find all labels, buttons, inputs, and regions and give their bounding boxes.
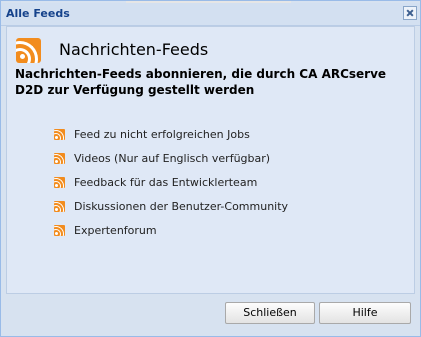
dialog-titlebar[interactable]: Alle Feeds <box>1 3 420 26</box>
dialog-footer: Schließen Hilfe <box>1 295 420 336</box>
feed-item-failed-jobs[interactable]: Feed zu nicht erfolgreichen Jobs <box>54 122 288 146</box>
feed-item-videos[interactable]: Videos (Nur auf Englisch verfügbar) <box>54 146 288 170</box>
description-text: Nachrichten-Feeds abonnieren, die durch … <box>15 67 387 97</box>
help-button[interactable]: Hilfe <box>319 302 411 324</box>
feed-link[interactable]: Feed zu nicht erfolgreichen Jobs <box>74 128 250 141</box>
feed-link[interactable]: Diskussionen der Benutzer-Community <box>74 200 288 213</box>
dialog-body: Nachrichten-Feeds Nachrichten-Feeds abon… <box>6 26 415 294</box>
rss-icon <box>54 224 65 236</box>
feed-link[interactable]: Videos (Nur auf Englisch verfügbar) <box>74 152 270 165</box>
rss-icon <box>54 176 65 188</box>
feed-link[interactable]: Feedback für das Entwicklerteam <box>74 176 257 189</box>
rss-icon <box>16 38 41 63</box>
feed-item-community[interactable]: Diskussionen der Benutzer-Community <box>54 194 288 218</box>
feed-item-expert-forum[interactable]: Expertenforum <box>54 218 288 242</box>
dialog-title: Alle Feeds <box>6 7 70 20</box>
feeds-dialog: Alle Feeds Nachrichten-Feeds Nachrichten… <box>0 0 421 337</box>
rss-icon <box>54 128 65 140</box>
feed-link[interactable]: Expertenforum <box>74 224 157 237</box>
rss-icon <box>54 200 65 212</box>
page-title: Nachrichten-Feeds <box>59 40 209 59</box>
feed-list: Feed zu nicht erfolgreichen Jobs Videos … <box>54 122 288 242</box>
close-button[interactable]: Schließen <box>225 302 315 324</box>
rss-icon <box>54 152 65 164</box>
close-icon[interactable] <box>403 6 417 20</box>
feed-item-feedback[interactable]: Feedback für das Entwicklerteam <box>54 170 288 194</box>
